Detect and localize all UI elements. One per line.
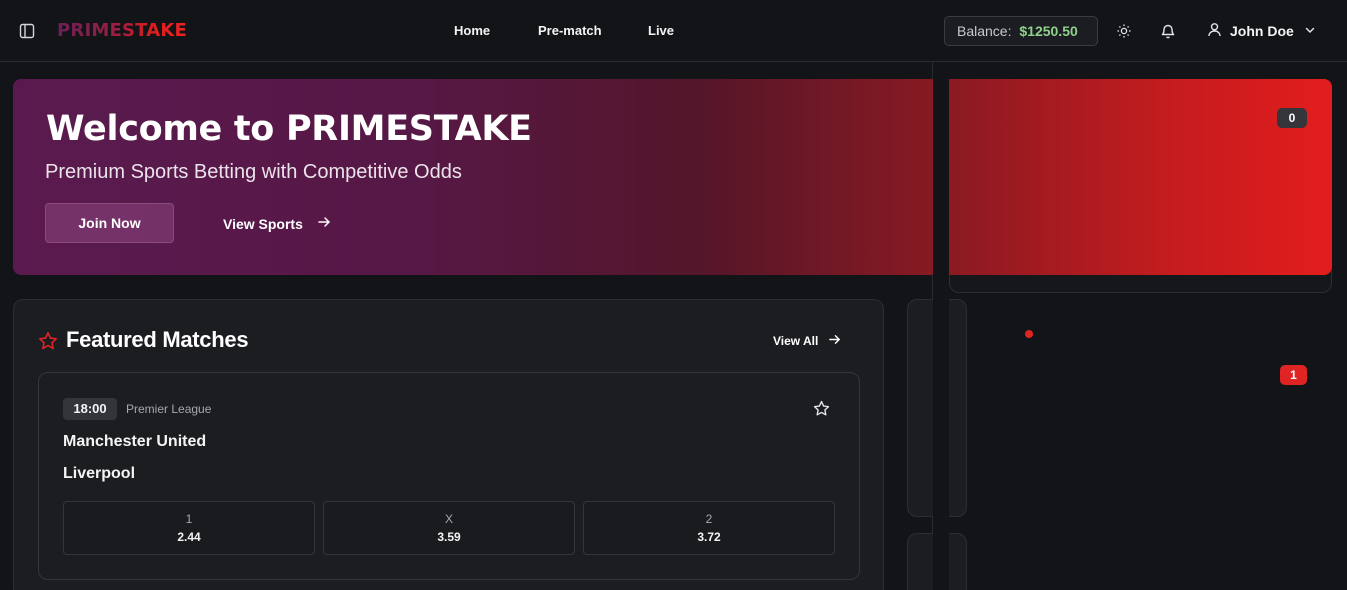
join-now-button[interactable]: Join Now — [45, 203, 174, 243]
away-team: Liverpool — [63, 465, 136, 482]
home-team: Manchester United — [63, 433, 207, 450]
featured-matches-panel: Featured Matches View All 18:00 Premier … — [13, 299, 884, 590]
user-icon — [1207, 22, 1222, 40]
sidebar-toggle-icon[interactable] — [19, 23, 35, 39]
hero-banner: Welcome to PRIMESTAKE Premium Sports Bet… — [13, 79, 1332, 275]
match-card[interactable]: 18:00 Premier League Manchester United L… — [38, 372, 860, 580]
odds-button-away[interactable]: 2 3.72 — [583, 501, 835, 555]
arrow-right-icon — [317, 215, 331, 232]
user-menu[interactable]: John Doe — [1207, 22, 1316, 40]
view-all-label: View All — [773, 334, 819, 348]
odds-label: 1 — [185, 512, 193, 526]
odds-value: 3.59 — [437, 530, 461, 544]
right-gutter — [933, 62, 949, 590]
odds-value: 2.44 — [177, 530, 201, 544]
arrow-right-icon — [828, 333, 841, 349]
view-sports-label: View Sports — [223, 215, 303, 232]
odds-button-draw[interactable]: X 3.59 — [323, 501, 575, 555]
odds-label: 2 — [705, 512, 713, 526]
balance-value: $1250.50 — [1019, 23, 1078, 39]
odds-button-home[interactable]: 1 2.44 — [63, 501, 315, 555]
notifications-bell-icon[interactable] — [1160, 23, 1176, 44]
hero-title: Welcome to PRIMESTAKE — [46, 109, 532, 149]
chevron-down-icon — [1304, 23, 1316, 39]
theme-toggle-sun-icon[interactable] — [1117, 24, 1131, 43]
live-indicator-dot — [1025, 330, 1033, 338]
notification-count-badge: 1 — [1280, 365, 1307, 385]
odds-label: X — [444, 512, 453, 526]
brand-logo[interactable]: PRIMESTAKE — [57, 20, 187, 41]
view-sports-button[interactable]: View Sports — [223, 215, 331, 232]
nav-pre-match[interactable]: Pre-match — [538, 23, 602, 38]
match-time-badge: 18:00 — [63, 398, 117, 420]
user-name: John Doe — [1230, 23, 1294, 39]
bet-slip-count-badge: 0 — [1277, 108, 1307, 128]
favorite-star-icon[interactable] — [813, 400, 830, 422]
nav-live[interactable]: Live — [648, 23, 674, 38]
nav-home[interactable]: Home — [454, 23, 490, 38]
hero-subtitle: Premium Sports Betting with Competitive … — [45, 161, 462, 183]
balance-display[interactable]: Balance: $1250.50 — [944, 16, 1098, 46]
view-all-link[interactable]: View All — [773, 333, 841, 349]
match-league: Premier League — [126, 402, 212, 416]
star-icon — [38, 331, 58, 356]
top-header: PRIMESTAKE Home Pre-match Live Balance: … — [0, 0, 1347, 62]
featured-matches-title: Featured Matches — [66, 327, 249, 352]
odds-value: 3.72 — [697, 530, 721, 544]
balance-label: Balance: — [957, 23, 1012, 39]
